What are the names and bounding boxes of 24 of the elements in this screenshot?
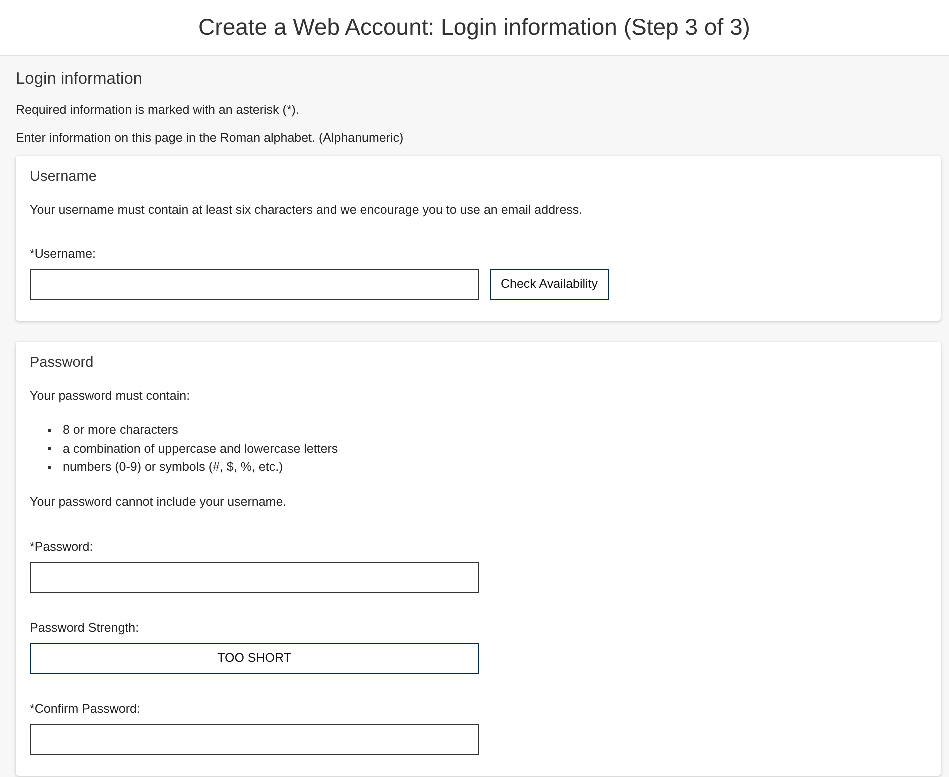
field-label: *Password: bbox=[30, 538, 94, 554]
input-field[interactable] bbox=[30, 724, 479, 754]
password-rule: numbers (0-9) or symbols (#, $, %, etc.) bbox=[63, 459, 284, 476]
bullet-icon bbox=[48, 447, 51, 450]
info-note: Required information is marked with an asterisk (*). bbox=[16, 102, 300, 118]
username-field[interactable] bbox=[30, 269, 479, 300]
password-rule: a combination of uppercase and lowercase letters bbox=[63, 440, 338, 457]
bullet-icon bbox=[48, 428, 51, 432]
input-field[interactable] bbox=[30, 562, 479, 592]
page-title: Create a Web Account: Login information (Step 3 of 3) bbox=[198, 13, 750, 42]
field-label: *Confirm Password: bbox=[30, 700, 142, 716]
field-label: *Username: bbox=[30, 246, 97, 262]
password-rule: 8 or more characters bbox=[63, 422, 178, 438]
bullet-icon bbox=[48, 466, 51, 469]
field-label: Password Strength: bbox=[30, 620, 140, 636]
check-availability-button[interactable]: Check Availability bbox=[490, 269, 610, 300]
strength-meter: TOO SHORT bbox=[30, 642, 479, 674]
info-note: Enter information on this page in the Roman alphabet. (Alphanumeric) bbox=[16, 130, 405, 146]
card-title: Password bbox=[30, 354, 95, 372]
card-description: Your username must contain at least six characters and we encourage you to use an email address. bbox=[30, 202, 584, 218]
card-note: Your password cannot include your username. bbox=[30, 494, 288, 510]
card-description: Your password must contain: bbox=[30, 388, 192, 404]
card-title: Username bbox=[30, 168, 98, 186]
section-title: Login information bbox=[16, 69, 144, 90]
